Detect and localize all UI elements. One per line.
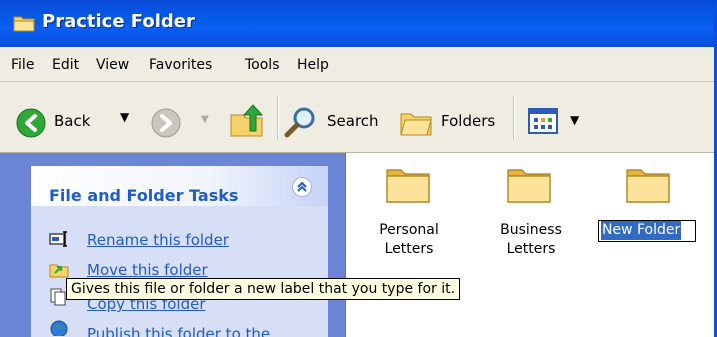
folder-label: Personal Letters — [364, 221, 454, 259]
task-rename-folder[interactable]: Rename this folder — [87, 231, 229, 249]
folder-item[interactable]: Business Letters — [486, 164, 576, 264]
task-publish-folder[interactable]: Publish this folder to the — [87, 325, 270, 337]
menu-edit[interactable]: Edit — [52, 57, 79, 73]
tasks-panel-title: File and Folder Tasks — [49, 186, 239, 205]
folder-item-new[interactable] — [608, 164, 698, 214]
rename-icon — [49, 231, 67, 247]
search-icon — [284, 107, 315, 138]
views-dropdown-icon[interactable]: ▼ — [570, 113, 579, 127]
folder-icon — [507, 169, 551, 203]
folder-icon — [626, 169, 670, 203]
back-label: Back — [54, 112, 91, 130]
task-move-folder[interactable]: Move this folder — [87, 261, 208, 279]
folder-label-line: Business — [500, 222, 562, 238]
folder-label-line: Personal — [379, 222, 439, 238]
forward-dropdown-icon[interactable]: ▼ — [201, 114, 209, 125]
folder-label: Business Letters — [486, 221, 576, 259]
toolbar-separator — [277, 96, 279, 140]
back-dropdown-icon[interactable]: ▼ — [120, 110, 129, 124]
forward-button[interactable]: ▼ — [151, 106, 211, 140]
folder-item[interactable]: Personal Letters — [364, 164, 454, 264]
search-button[interactable]: Search — [284, 104, 388, 140]
folders-icon — [400, 113, 432, 136]
folders-label: Folders — [441, 112, 496, 130]
menu-view[interactable]: View — [96, 57, 129, 73]
views-button[interactable]: ▼ — [528, 106, 584, 138]
folder-icon — [13, 16, 35, 32]
folder-icon — [386, 169, 430, 203]
title-bar[interactable]: Practice Folder — [0, 0, 717, 47]
toolbar-separator — [513, 96, 515, 140]
back-arrow-icon — [16, 108, 46, 138]
menu-file[interactable]: File — [11, 57, 34, 73]
collapse-icon[interactable] — [292, 177, 312, 197]
menu-tools[interactable]: Tools — [245, 57, 280, 73]
move-icon — [49, 264, 69, 278]
rename-input-value[interactable]: New Folder — [601, 221, 682, 240]
folder-label-line: Letters — [384, 241, 434, 257]
views-icon — [528, 108, 558, 134]
forward-arrow-icon — [151, 108, 181, 138]
search-label: Search — [327, 112, 379, 130]
publish-globe-icon — [50, 320, 68, 336]
folder-label-line: Letters — [506, 241, 556, 257]
folders-button[interactable]: Folders — [399, 104, 505, 140]
window-title: Practice Folder — [42, 11, 195, 32]
menu-bar: File Edit View Favorites Tools Help — [0, 47, 717, 82]
menu-help[interactable]: Help — [297, 57, 329, 73]
back-button[interactable]: Back ▼ — [16, 104, 141, 140]
explorer-window: Practice Folder File Edit View Favorites… — [0, 0, 717, 337]
menu-favorites[interactable]: Favorites — [149, 57, 212, 73]
tooltip: Gives this file or folder a new label th… — [66, 278, 461, 300]
up-folder-icon[interactable] — [228, 103, 266, 139]
